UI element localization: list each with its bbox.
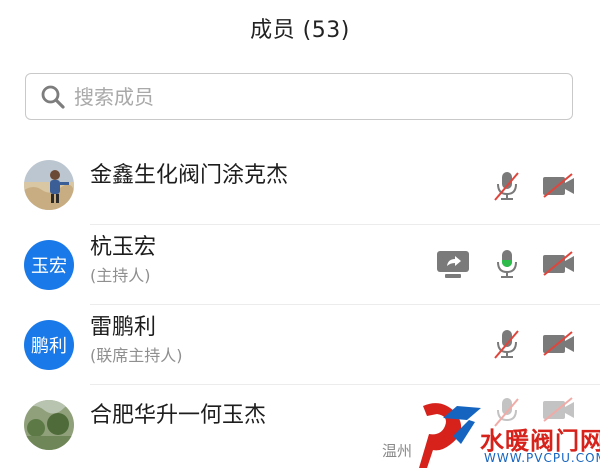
search-input[interactable] <box>72 83 572 110</box>
video-off-icon[interactable] <box>541 251 577 277</box>
video-off-icon[interactable] <box>541 331 577 357</box>
header: 成员 (53) <box>0 0 600 56</box>
watermark-url: WWW.PVCPU.COM <box>484 451 600 465</box>
search-icon <box>41 85 65 109</box>
avatar <box>24 160 74 210</box>
avatar: 玉宏 <box>24 240 74 290</box>
member-name: 合肥华升一何玉杰 <box>90 403 267 428</box>
page-title: 成员 (53) <box>250 18 350 43</box>
member-row[interactable]: 金鑫生化阀门涂克杰 <box>0 145 600 225</box>
member-row[interactable]: 玉宏 杭玉宏 (主持人) <box>0 225 600 305</box>
member-role: (联席主持人) <box>90 346 183 365</box>
member-name: 金鑫生化阀门涂克杰 <box>90 163 289 188</box>
member-role: (主持人) <box>90 266 151 285</box>
avatar: 鹏利 <box>24 320 74 370</box>
screen-share-icon[interactable] <box>436 249 470 281</box>
member-name: 杭玉宏 <box>90 235 157 260</box>
member-name: 雷鹏利 <box>90 315 157 340</box>
mic-muted-icon[interactable] <box>491 169 523 205</box>
member-row[interactable]: 鹏利 雷鹏利 (联席主持人) <box>0 305 600 385</box>
avatar <box>24 400 74 450</box>
video-off-icon[interactable] <box>541 173 577 199</box>
watermark-caption: 温州 <box>382 442 413 460</box>
mic-muted-icon[interactable] <box>491 327 523 363</box>
mic-active-icon[interactable] <box>491 247 523 283</box>
search-box[interactable] <box>25 73 573 120</box>
